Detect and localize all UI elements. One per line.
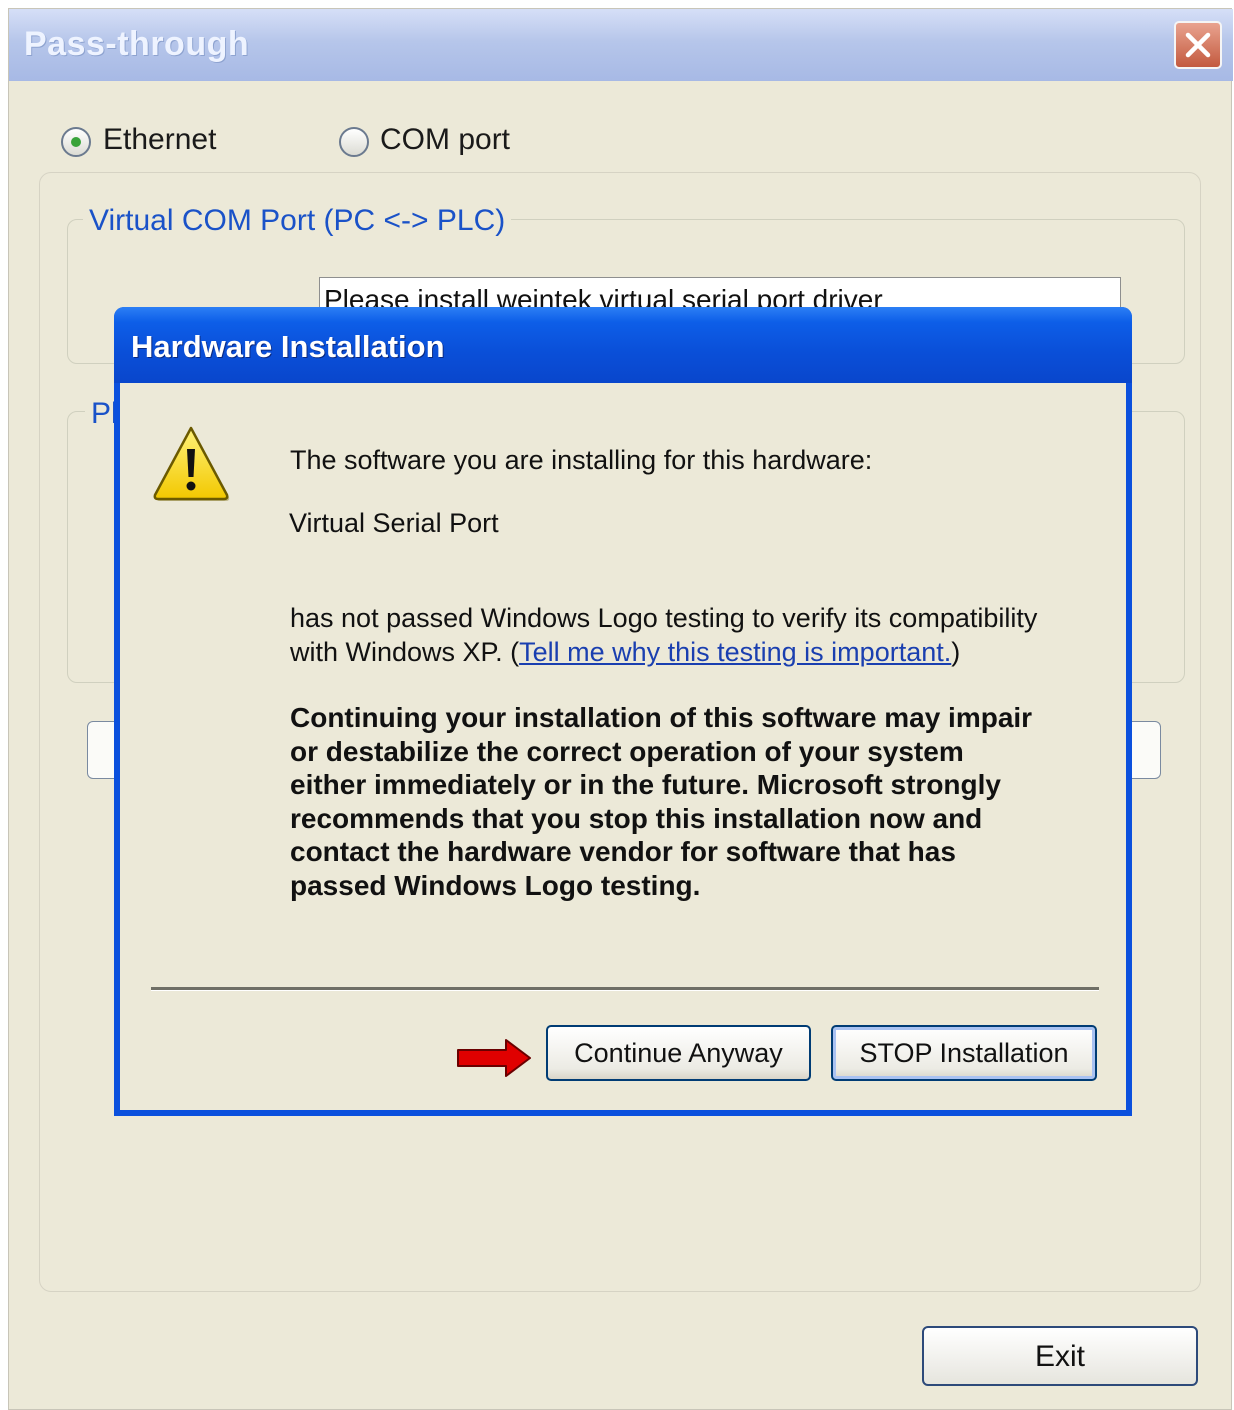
logo-text-line2: with Windows XP. (Tell me why this testi…: [290, 637, 960, 668]
close-icon: [1185, 32, 1211, 58]
warning-line: passed Windows Logo testing.: [290, 869, 701, 901]
radio-selected-dot: [71, 137, 81, 147]
warning-icon: [153, 426, 230, 501]
warning-line: recommends that you stop this installati…: [290, 802, 983, 834]
virtual-com-group-title: Virtual COM Port (PC <-> PLC): [83, 204, 512, 238]
logo-text-prefix: with Windows XP. (: [290, 637, 520, 667]
window-titlebar: Pass-through: [9, 9, 1233, 81]
warning-line: or destabilize the correct operation of …: [290, 735, 964, 767]
com-port-radio[interactable]: [339, 127, 369, 157]
warning-paragraph: Continuing your installation of this sof…: [290, 701, 1110, 902]
logo-text-close: ): [951, 637, 961, 667]
testing-info-link[interactable]: Tell me why this testing is important.: [519, 637, 951, 667]
com-port-label: COM port: [380, 123, 511, 156]
dialog-title: Hardware Installation: [131, 329, 445, 364]
ethernet-label: Ethernet: [103, 123, 217, 156]
ethernet-radio-option[interactable]: Ethernet: [61, 121, 261, 165]
dialog-line1: The software you are installing for this…: [290, 445, 873, 475]
window-title: Pass-through: [24, 25, 250, 63]
dialog-separator: [151, 987, 1099, 991]
close-button[interactable]: [1174, 21, 1222, 69]
exit-button[interactable]: Exit: [922, 1326, 1198, 1386]
stop-installation-button[interactable]: STOP Installation: [831, 1025, 1097, 1081]
com-port-radio-option[interactable]: COM port: [339, 121, 559, 165]
continue-anyway-button[interactable]: Continue Anyway: [546, 1025, 811, 1081]
dialog-titlebar: Hardware Installation: [114, 307, 1132, 383]
ethernet-radio[interactable]: [61, 127, 91, 157]
warning-line: either immediately or in the future. Mic…: [290, 769, 1001, 800]
dialog-body: The software you are installing for this…: [120, 383, 1126, 1110]
warning-line: Continuing your installation of this sof…: [290, 702, 1033, 733]
red-arrow-icon: [457, 1039, 531, 1077]
logo-text-line1: has not passed Windows Logo testing to v…: [290, 603, 1038, 633]
warning-line: contact the hardware vendor for software…: [290, 836, 956, 867]
hardware-installation-dialog: Hardware Installation The software you a…: [114, 307, 1132, 1116]
device-name: Virtual Serial Port: [289, 508, 499, 538]
